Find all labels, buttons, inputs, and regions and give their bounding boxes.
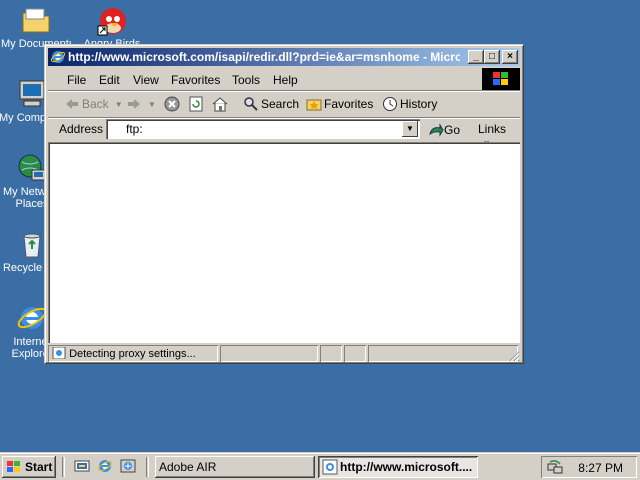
address-input[interactable]: ftp: ▼ — [106, 119, 420, 139]
resize-grip-icon[interactable] — [508, 350, 520, 362]
address-label: Address — [59, 122, 104, 136]
go-label: Go — [444, 123, 461, 137]
menu-edit[interactable]: Edit — [99, 73, 120, 87]
address-value: ftp: — [126, 122, 143, 136]
ie-page-icon — [322, 459, 338, 475]
menu-favorites[interactable]: Favorites — [171, 73, 220, 87]
windows-logo-icon — [482, 68, 520, 90]
back-button[interactable]: Back ▼ — [64, 96, 123, 112]
page-content[interactable] — [48, 142, 520, 343]
search-label: Search — [261, 97, 300, 111]
standard-toolbar: Back ▼ ▼ Search Favorites History — [48, 92, 520, 118]
search-button[interactable]: Search — [243, 96, 299, 112]
task-button-browser[interactable]: http://www.microsoft.... — [318, 456, 478, 478]
history-icon — [382, 96, 398, 112]
status-pane-main: Detecting proxy settings... — [48, 345, 218, 362]
windows-flag-icon — [6, 460, 22, 474]
history-label: History — [400, 97, 438, 111]
search-icon — [243, 96, 259, 112]
links-label: Links — [478, 122, 507, 136]
menu-file[interactable]: File — [67, 73, 86, 87]
address-bar: Address ftp: ▼ Go Links » — [48, 117, 520, 150]
back-arrow-icon — [64, 96, 80, 112]
status-pane — [368, 345, 518, 362]
minimize-button[interactable]: _ — [468, 50, 484, 64]
quicklaunch-separator — [62, 457, 65, 477]
ie-icon[interactable] — [97, 458, 113, 474]
refresh-icon — [188, 96, 204, 112]
go-button[interactable]: Go — [428, 122, 460, 138]
taskbar: Start Adobe AIR http://www.microsoft....… — [0, 452, 640, 480]
status-pane — [320, 345, 342, 362]
show-desktop-icon[interactable] — [74, 458, 90, 474]
status-text: Detecting proxy settings... — [69, 348, 196, 360]
start-button[interactable]: Start — [2, 456, 56, 478]
menu-view[interactable]: View — [133, 73, 159, 87]
ie-icon — [50, 49, 66, 65]
close-button[interactable]: × — [502, 50, 518, 64]
title-bar[interactable]: http://www.microsoft.com/isapi/redir.dll… — [48, 48, 520, 66]
refresh-button[interactable] — [188, 96, 206, 112]
menu-bar: File Edit View Favorites Tools Help — [48, 68, 520, 90]
favorites-icon — [306, 96, 322, 112]
home-button[interactable] — [212, 96, 230, 112]
back-label: Back — [82, 97, 109, 111]
home-icon — [212, 96, 228, 112]
history-button[interactable]: History — [382, 96, 437, 112]
folder-icon — [20, 4, 52, 36]
address-dropdown-button[interactable]: ▼ — [402, 121, 418, 137]
status-bar: Detecting proxy settings... — [48, 345, 520, 362]
status-pane — [220, 345, 318, 362]
system-tray: 8:27 PM — [541, 456, 637, 478]
network-tray-icon[interactable] — [547, 459, 563, 475]
start-label: Start — [25, 460, 53, 474]
stop-button[interactable] — [164, 96, 182, 112]
forward-arrow-icon — [126, 96, 142, 112]
task-label: Adobe AIR — [159, 460, 217, 474]
task-label: http://www.microsoft.... — [340, 460, 473, 474]
quicklaunch-separator — [146, 457, 149, 477]
browser-window: http://www.microsoft.com/isapi/redir.dll… — [44, 44, 524, 364]
forward-button[interactable]: ▼ — [126, 96, 156, 112]
stop-icon — [164, 96, 180, 112]
channels-icon[interactable] — [120, 458, 136, 474]
angry-bird-icon — [96, 4, 128, 36]
clock[interactable]: 8:27 PM — [578, 461, 623, 475]
status-pane — [344, 345, 366, 362]
go-arrow-icon — [428, 122, 444, 138]
ie-page-icon — [52, 346, 66, 360]
favorites-button[interactable]: Favorites — [306, 96, 373, 112]
task-button-adobe-air[interactable]: Adobe AIR — [155, 456, 315, 478]
maximize-button[interactable]: □ — [484, 50, 500, 64]
window-title: http://www.microsoft.com/isapi/redir.dll… — [68, 50, 460, 64]
menu-tools[interactable]: Tools — [232, 73, 260, 87]
menu-help[interactable]: Help — [273, 73, 298, 87]
favorites-label: Favorites — [324, 97, 374, 111]
